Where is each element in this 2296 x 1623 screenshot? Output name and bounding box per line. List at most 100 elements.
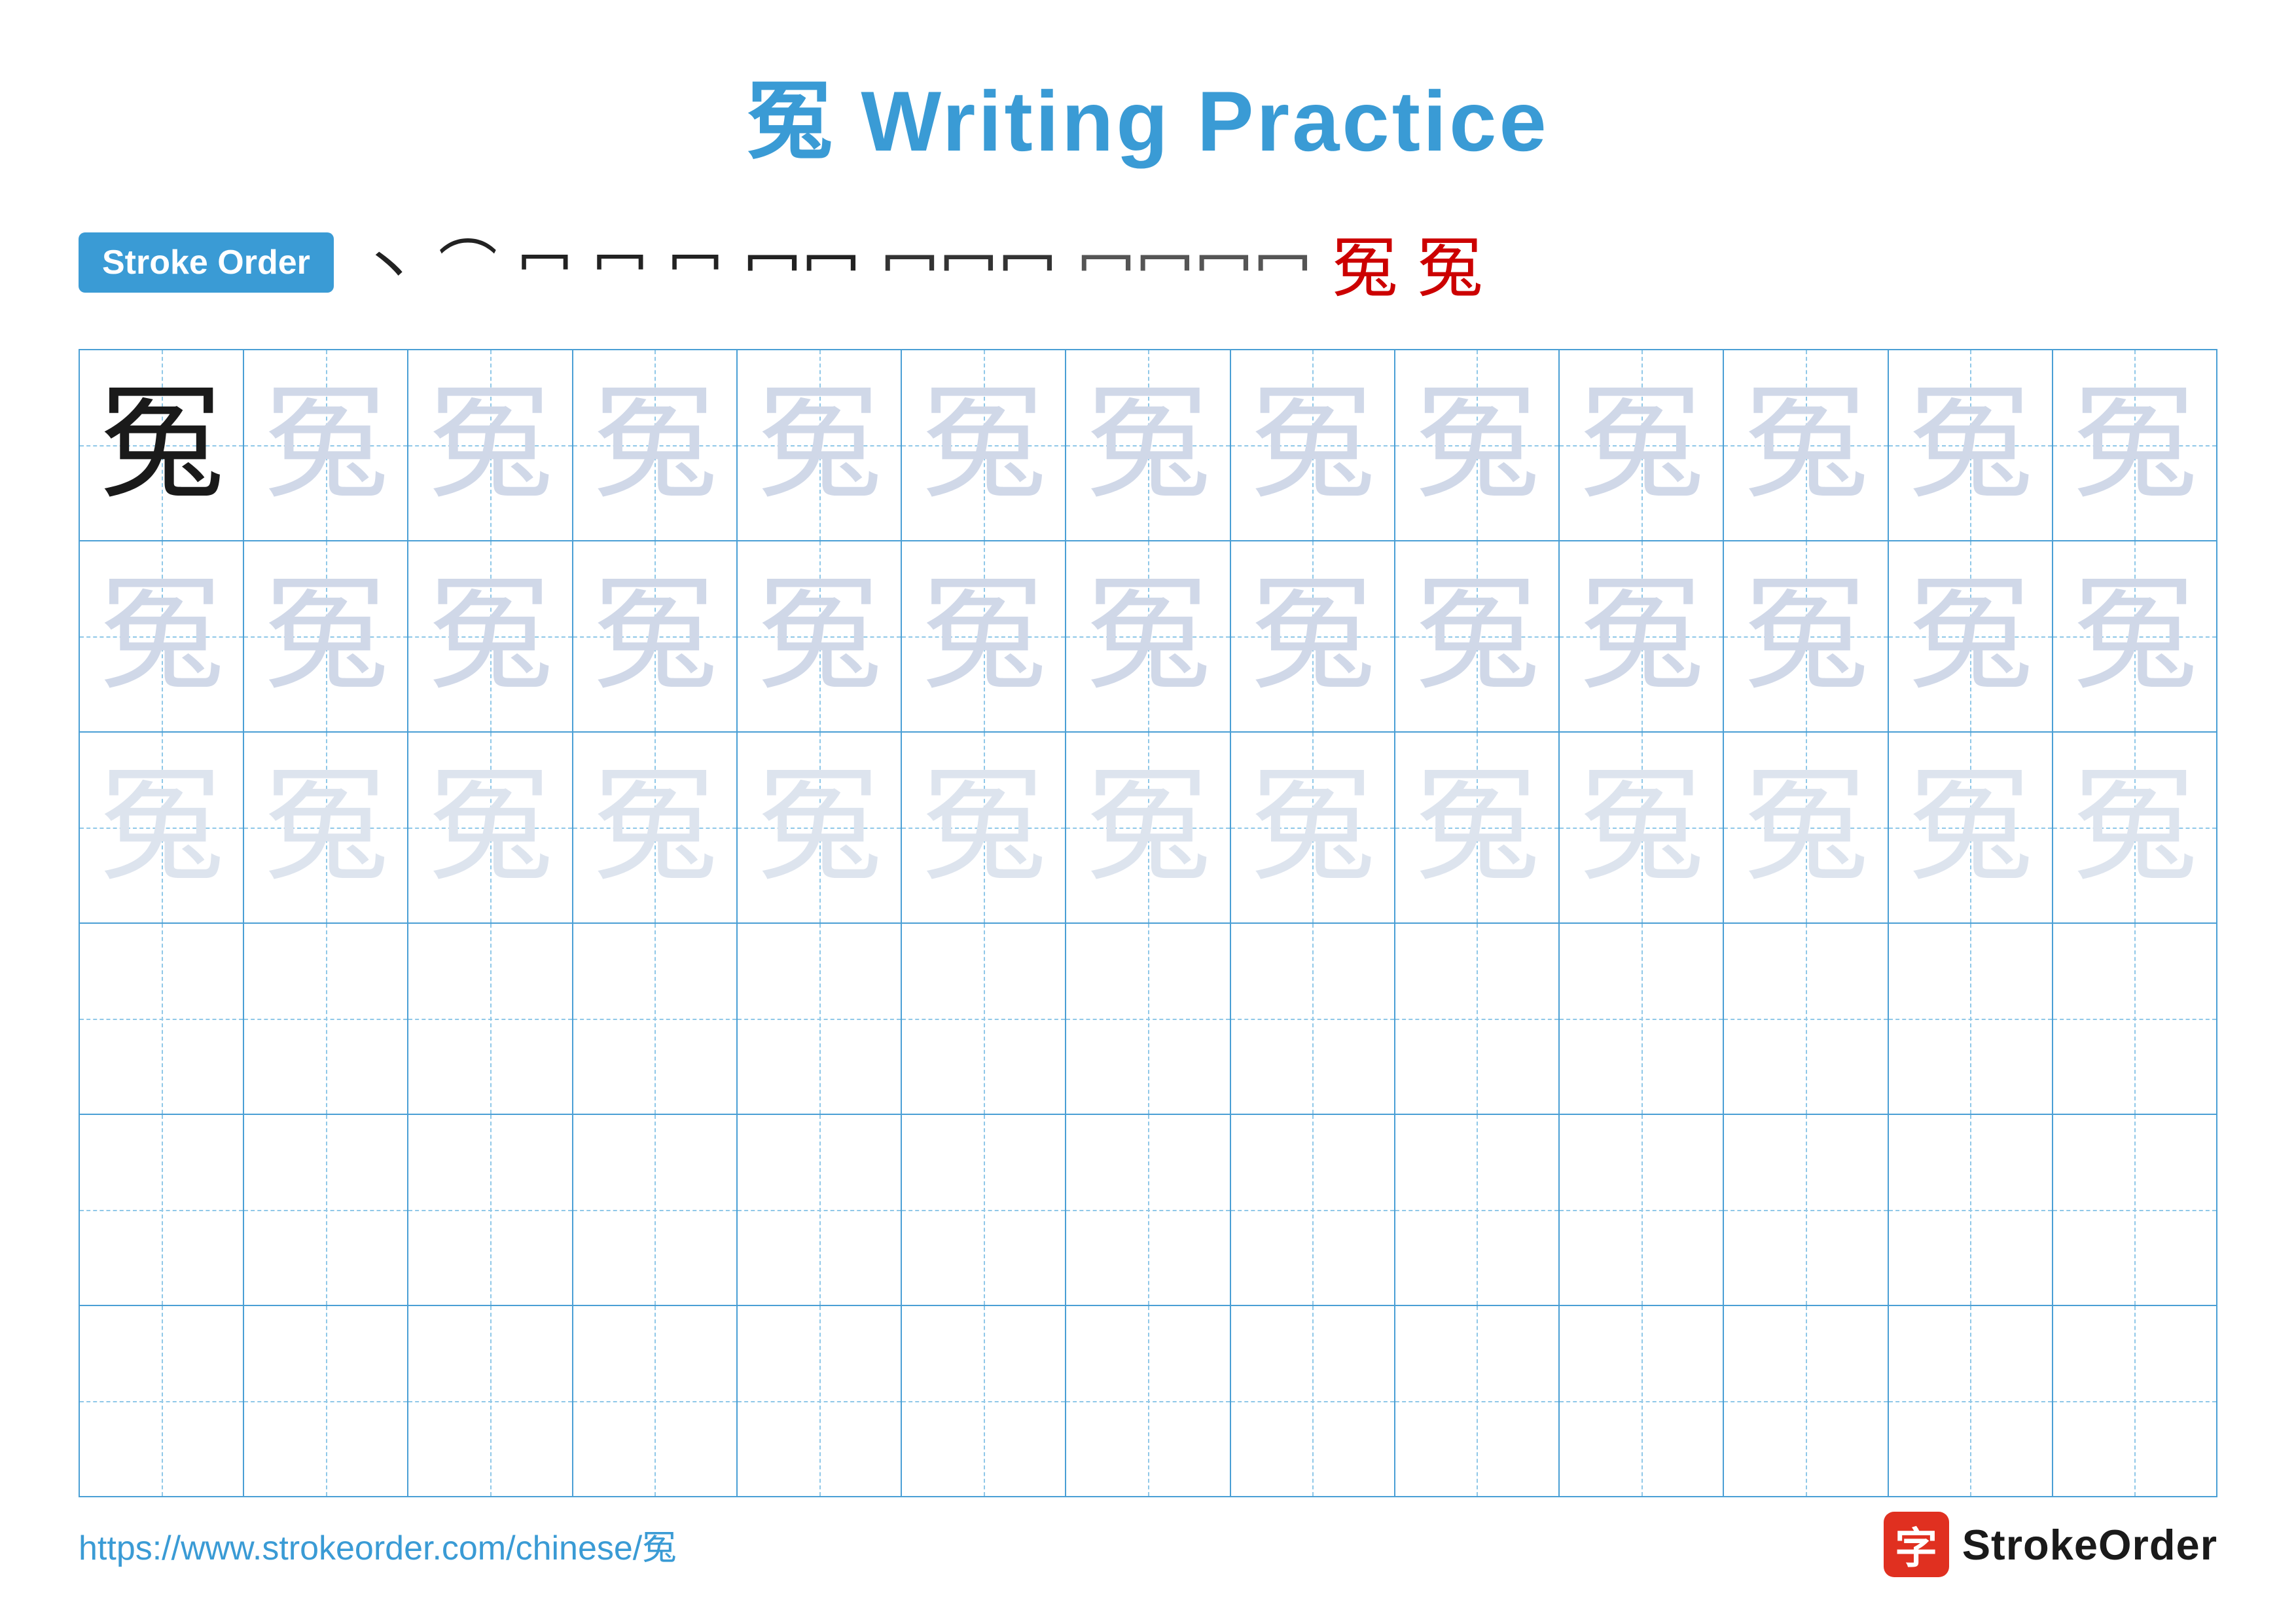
- grid-cell: [1066, 924, 1230, 1114]
- grid-cell: 冤: [1560, 350, 1724, 540]
- grid-cell: 冤: [1231, 733, 1395, 922]
- grid-cell: [80, 924, 244, 1114]
- grid-cell: [1066, 1115, 1230, 1305]
- cell-character: 冤: [592, 574, 717, 699]
- grid-cell: 冤: [738, 733, 902, 922]
- grid-cell: [1724, 1306, 1888, 1496]
- grid-cell: [1066, 1306, 1230, 1496]
- cell-character: 冤: [2072, 765, 2197, 890]
- cell-character: 冤: [1744, 383, 1868, 507]
- footer-logo: 字 StrokeOrder: [1884, 1512, 2217, 1577]
- cell-character: 冤: [1908, 765, 2032, 890]
- cell-character: 冤: [1414, 574, 1539, 699]
- stroke-4: 冖: [592, 222, 648, 302]
- grid-cell: [2053, 1115, 2216, 1305]
- stroke-5: 冖: [668, 222, 723, 302]
- grid-cell: [1231, 924, 1395, 1114]
- grid-cell: 冤: [244, 541, 408, 731]
- grid-cell: [738, 1306, 902, 1496]
- grid-cell: [1560, 1115, 1724, 1305]
- grid-cell: 冤: [408, 541, 573, 731]
- cell-character: 冤: [1250, 383, 1374, 507]
- grid-cell: [1560, 1306, 1724, 1496]
- cell-character: 冤: [922, 383, 1046, 507]
- grid-cell: [573, 924, 738, 1114]
- grid-cell: 冤: [573, 733, 738, 922]
- grid-row: [80, 924, 2216, 1115]
- grid-cell: 冤: [80, 541, 244, 731]
- cell-character: 冤: [1086, 574, 1210, 699]
- grid-cell: 冤: [408, 733, 573, 922]
- stroke-1: 丶: [360, 220, 419, 305]
- practice-grid: 冤冤冤冤冤冤冤冤冤冤冤冤冤冤冤冤冤冤冤冤冤冤冤冤冤冤冤冤冤冤冤冤冤冤冤冤冤冤冤: [79, 349, 2217, 1497]
- stroke-3: 冖: [517, 222, 573, 302]
- cell-character: 冤: [99, 765, 224, 890]
- stroke-9: 冤: [1332, 215, 1397, 310]
- stroke-2: ⌒: [439, 220, 497, 305]
- cell-character: 冤: [1908, 383, 2032, 507]
- cell-character: 冤: [2072, 383, 2197, 507]
- grid-cell: [1724, 924, 1888, 1114]
- cell-character: 冤: [1250, 765, 1374, 890]
- grid-cell: 冤: [80, 350, 244, 540]
- grid-cell: 冤: [902, 733, 1066, 922]
- cell-character: 冤: [264, 383, 388, 507]
- stroke-order-badge: Stroke Order: [79, 232, 334, 293]
- grid-cell: 冤: [1724, 350, 1888, 540]
- stroke-10: 冤: [1417, 215, 1482, 310]
- grid-cell: 冤: [1889, 733, 2053, 922]
- stroke-order-section: Stroke Order 丶 ⌒ 冖 冖 冖 冖冖 冖冖冖 冖冖冖冖 冤 冤: [79, 215, 2217, 310]
- grid-cell: [902, 924, 1066, 1114]
- footer-url[interactable]: https://www.strokeorder.com/chinese/冤: [79, 1520, 676, 1569]
- grid-cell: 冤: [573, 541, 738, 731]
- stroke-6: 冖冖: [743, 220, 861, 305]
- cell-character: 冤: [592, 765, 717, 890]
- grid-cell: [1395, 1115, 1560, 1305]
- grid-cell: 冤: [1560, 733, 1724, 922]
- cell-character: 冤: [757, 574, 882, 699]
- cell-character: 冤: [428, 574, 552, 699]
- grid-cell: 冤: [1889, 541, 2053, 731]
- grid-cell: [573, 1115, 738, 1305]
- cell-character: 冤: [922, 765, 1046, 890]
- page-title: 冤 Writing Practice: [747, 52, 1549, 175]
- grid-cell: 冤: [408, 350, 573, 540]
- grid-cell: [1889, 924, 2053, 1114]
- grid-row: [80, 1115, 2216, 1306]
- stroke-sequence: 丶 ⌒ 冖 冖 冖 冖冖 冖冖冖 冖冖冖冖 冤 冤: [360, 215, 1482, 310]
- grid-cell: [738, 1115, 902, 1305]
- cell-character: 冤: [99, 383, 224, 507]
- cell-character: 冤: [922, 574, 1046, 699]
- grid-cell: 冤: [1724, 733, 1888, 922]
- grid-cell: 冤: [1395, 350, 1560, 540]
- cell-character: 冤: [1579, 574, 1704, 699]
- cell-character: 冤: [428, 765, 552, 890]
- grid-cell: 冤: [1724, 541, 1888, 731]
- cell-character: 冤: [1086, 765, 1210, 890]
- grid-cell: [902, 1115, 1066, 1305]
- grid-cell: [408, 1115, 573, 1305]
- grid-cell: [1724, 1115, 1888, 1305]
- cell-character: 冤: [99, 574, 224, 699]
- grid-cell: 冤: [1231, 541, 1395, 731]
- cell-character: 冤: [757, 765, 882, 890]
- grid-cell: 冤: [2053, 733, 2216, 922]
- grid-row: 冤冤冤冤冤冤冤冤冤冤冤冤冤: [80, 350, 2216, 541]
- grid-cell: [2053, 1306, 2216, 1496]
- cell-character: 冤: [1414, 383, 1539, 507]
- cell-character: 冤: [1414, 765, 1539, 890]
- stroke-7: 冖冖冖: [880, 220, 1057, 305]
- grid-cell: [1395, 924, 1560, 1114]
- grid-cell: [738, 924, 902, 1114]
- cell-character: 冤: [1744, 574, 1868, 699]
- grid-cell: 冤: [1231, 350, 1395, 540]
- grid-cell: [1889, 1115, 2053, 1305]
- grid-cell: 冤: [80, 733, 244, 922]
- grid-cell: 冤: [244, 350, 408, 540]
- grid-cell: 冤: [902, 541, 1066, 731]
- cell-character: 冤: [1579, 765, 1704, 890]
- cell-character: 冤: [1579, 383, 1704, 507]
- cell-character: 冤: [592, 383, 717, 507]
- grid-cell: [244, 1306, 408, 1496]
- grid-cell: [902, 1306, 1066, 1496]
